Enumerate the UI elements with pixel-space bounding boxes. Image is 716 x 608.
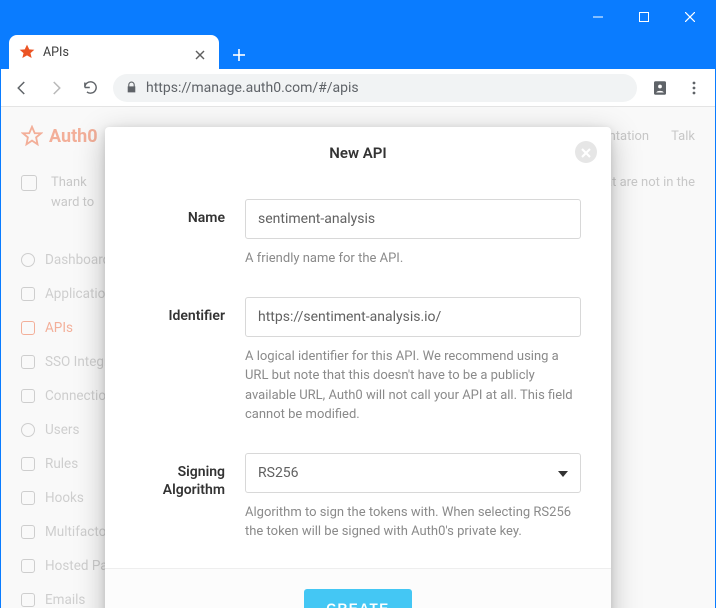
- forward-button[interactable]: [41, 73, 71, 103]
- notice-text-1: Thank: [51, 175, 87, 190]
- field-identifier: Identifier A logical identifier for this…: [135, 297, 581, 425]
- algo-help: Algorithm to sign the tokens with. When …: [245, 503, 581, 542]
- identifier-label: Identifier: [135, 297, 225, 425]
- field-signing-algorithm: Signing Algorithm RS256 Algorithm to sig…: [135, 453, 581, 542]
- browser-tab[interactable]: APIs: [9, 35, 219, 69]
- notice-icon: [21, 175, 37, 191]
- account-button[interactable]: [645, 73, 675, 103]
- name-label: Name: [135, 199, 225, 269]
- chevron-down-icon: [558, 465, 568, 481]
- field-name: Name A friendly name for the API.: [135, 199, 581, 269]
- window-close-button[interactable]: [667, 1, 713, 33]
- modal-footer: CREATE: [105, 568, 611, 608]
- address-bar[interactable]: https://manage.auth0.com/#/apis: [113, 74, 637, 102]
- modal-header: New API: [105, 127, 611, 179]
- name-input[interactable]: [245, 199, 581, 239]
- close-icon: [581, 143, 591, 162]
- tab-close-icon[interactable]: [195, 45, 209, 59]
- modal-title: New API: [329, 144, 386, 162]
- back-button[interactable]: [7, 73, 37, 103]
- bg-menu-talk: Talk: [671, 129, 695, 144]
- new-api-modal: New API Name A friendly name for the API…: [105, 127, 611, 608]
- window-minimize-button[interactable]: [575, 1, 621, 33]
- identifier-help: A logical identifier for this API. We re…: [245, 347, 581, 425]
- window-titlebar: [1, 1, 715, 33]
- tab-title: APIs: [43, 45, 187, 60]
- algo-value: RS256: [258, 465, 299, 481]
- new-tab-button[interactable]: [225, 41, 253, 69]
- algo-select[interactable]: RS256: [245, 453, 581, 493]
- browser-toolbar: https://manage.auth0.com/#/apis: [1, 69, 715, 107]
- algo-label: Signing Algorithm: [135, 453, 225, 542]
- modal-close-button[interactable]: [575, 141, 597, 163]
- window-maximize-button[interactable]: [621, 1, 667, 33]
- reload-button[interactable]: [75, 73, 105, 103]
- lock-icon: [125, 81, 138, 94]
- tab-strip: APIs: [1, 33, 715, 69]
- notice-text-2: ward to: [51, 195, 94, 210]
- auth0-favicon-icon: [19, 44, 35, 60]
- url-text: https://manage.auth0.com/#/apis: [146, 80, 359, 96]
- page-content: Auth0 Documentation Talk Thank ward to t…: [1, 107, 715, 608]
- identifier-input[interactable]: [245, 297, 581, 337]
- create-button[interactable]: CREATE: [304, 589, 412, 608]
- name-help: A friendly name for the API.: [245, 249, 581, 269]
- auth0-logo-icon: [21, 125, 43, 147]
- auth0-logo-text: Auth0: [49, 126, 98, 147]
- auth0-logo: Auth0: [21, 125, 98, 147]
- menu-button[interactable]: [679, 73, 709, 103]
